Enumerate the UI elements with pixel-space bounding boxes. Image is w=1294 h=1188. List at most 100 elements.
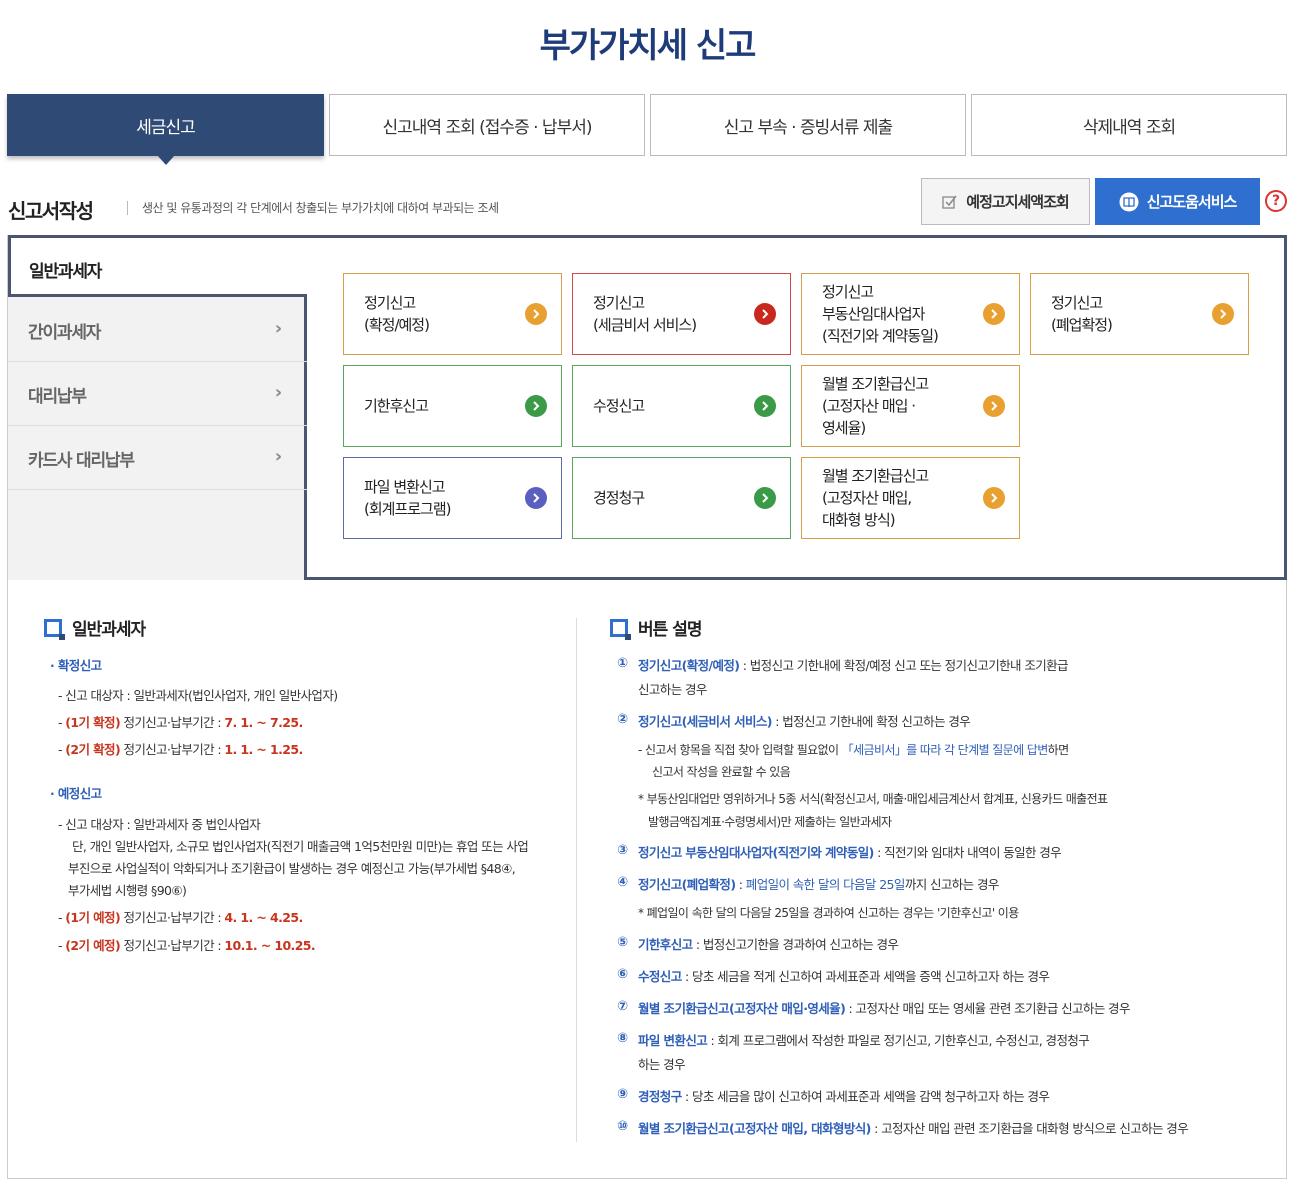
preliminary-report-title: · 예정신고 — [50, 786, 102, 801]
help-question-icon[interactable]: ? — [1265, 190, 1287, 212]
chevron-right-circle-icon — [525, 395, 547, 417]
text: : 회계 프로그램에서 작성한 파일로 정기신고, 기한후신고, 수정신고, 경… — [707, 1033, 1090, 1048]
sidebar-item-proxy-payment[interactable]: 대리납부 › — [8, 362, 307, 426]
card-label-line: 대화형 방식) — [822, 511, 896, 529]
item-number: ① — [617, 656, 629, 671]
card-label-lines: 정기신고 (폐업확정) — [1051, 292, 1113, 336]
sidebar-item-label: 대리납부 — [28, 387, 87, 407]
tab-label: 신고 부속 · 증빙서류 제출 — [723, 117, 893, 138]
button-label: 예정고지세액조회 — [966, 193, 1069, 211]
confirm-period-2: - (2기 확정) 정기신고·납부기간 : 1. 1. ~ 1.25. — [58, 742, 303, 757]
book-icon — [1119, 192, 1139, 212]
card-label-line: 경정청구 — [593, 489, 645, 507]
preliminary-period-1: - (1기 예정) 정기신고·납부기간 : 4. 1. ~ 4.25. — [58, 910, 303, 925]
estimated-tax-inquiry-button[interactable]: 예정고지세액조회 — [921, 178, 1090, 225]
text: : 고정자산 매입 또는 영세율 관련 조기환급 신고하는 경우 — [845, 1001, 1131, 1016]
item-number: ④ — [617, 875, 629, 890]
card-label-lines: 월별 조기환급신고 (고정자산 매입 · 영세율) — [822, 373, 929, 439]
card-label-line: (직전기와 계약동일) — [822, 327, 939, 345]
desc-item-3: 정기신고 부동산임대사업자(직전기와 계약동일) : 직전기와 임대차 내역이 … — [638, 843, 1062, 863]
card-monthly-refund-asset[interactable]: 월별 조기환급신고 (고정자산 매입 · 영세율) — [801, 365, 1020, 447]
item-number: ③ — [617, 843, 629, 858]
square-bullet-icon — [44, 618, 65, 640]
text: (1기 예정) — [65, 910, 121, 925]
general-taxpayer-heading: 일반과세자 — [44, 615, 146, 640]
active-tab-arrow — [156, 155, 175, 165]
text: : 당초 세금을 많이 신고하여 과세표준과 세액을 감액 청구하고자 하는 경… — [681, 1089, 1050, 1104]
tab-bar: 세금신고 신고내역 조회 (접수증 · 납부서) 신고 부속 · 증빙서류 제출… — [7, 94, 1287, 165]
text: : 법정신고 기한내에 확정 신고하는 경우 — [771, 714, 971, 729]
desc-item-1-cont: 신고하는 경우 — [638, 682, 707, 697]
desc-item-1: 정기신고(확정/예정) : 법정신고 기한내에 확정/예정 신고 또는 정기신고… — [638, 656, 1069, 676]
preliminary-note: 부진으로 사업실적이 악화되거나 조기환급이 발생하는 경우 예정신고 가능(부… — [68, 861, 516, 876]
tab-attachment-submit[interactable]: 신고 부속 · 증빙서류 제출 — [650, 94, 966, 156]
text: 정기신고·납부기간 : — [120, 742, 225, 757]
text: 파일 변환신고 — [638, 1033, 708, 1048]
card-label: 정기신고 (폐업확정) — [1051, 274, 1211, 354]
chevron-right-circle-icon — [754, 395, 776, 417]
card-label-lines: 정기신고 (세금비서 서비스) — [593, 292, 697, 336]
card-label: 정기신고 (확정/예정) — [364, 274, 524, 354]
sidebar-item-general-taxpayer[interactable]: 일반과세자 — [8, 235, 307, 297]
card-regular-closure[interactable]: 정기신고 (폐업확정) — [1030, 273, 1249, 355]
text: 정기신고(세금비서 서비스) — [638, 714, 772, 729]
desc-item-8: 파일 변환신고 : 회계 프로그램에서 작성한 파일로 정기신고, 기한후신고,… — [638, 1031, 1090, 1051]
card-label-line: 영세율) — [822, 419, 866, 437]
card-regular-real-estate[interactable]: 정기신고부동산임대사업자 (직전기와 계약동일) — [801, 273, 1020, 355]
text: 정기신고·납부기간 : — [120, 910, 225, 925]
card-regular-confirm[interactable]: 정기신고 (확정/예정) — [343, 273, 562, 355]
sidebar-item-card-proxy-payment[interactable]: 카드사 대리납부 › — [8, 426, 307, 490]
chevron-right-circle-icon — [525, 303, 547, 325]
section-description: 생산 및 유통과정의 각 단계에서 창출되는 부가가치에 대하여 부과되는 조세 — [142, 201, 499, 215]
chevron-right-circle-icon — [983, 303, 1005, 325]
chevron-right-icon: › — [274, 318, 282, 339]
card-label-lines: 수정신고 — [593, 395, 645, 417]
text: 경정청구 — [638, 1089, 682, 1104]
card-amended-report[interactable]: 수정신고 — [572, 365, 791, 447]
confirm-target: - 신고 대상자 : 일반과세자(법인사업자, 개인 일반사업자) — [58, 688, 338, 703]
preliminary-note: 단, 개인 일반사업자, 소규모 법인사업자(직전기 매출금액 1억5천만원 미… — [72, 839, 529, 854]
report-help-service-button[interactable]: 신고도움서비스 — [1095, 178, 1260, 225]
chevron-right-icon: › — [274, 446, 282, 467]
card-monthly-refund-interactive[interactable]: 월별 조기환급신고 (고정자산 매입, 대화형 방식) — [801, 457, 1020, 539]
text: 신고 대상자 : 일반과세자 중 법인사업자 — [65, 817, 261, 832]
item-number: ⑤ — [617, 935, 629, 950]
confirm-report-title: · 확정신고 — [50, 658, 102, 673]
text: 정기신고(폐업확정) — [638, 877, 736, 892]
tab-label: 삭제내역 조회 — [1082, 117, 1176, 138]
text: 하면 — [1047, 743, 1069, 757]
card-correction-claim[interactable]: 경정청구 — [572, 457, 791, 539]
desc-item-2-sub: 신고서 작성을 완료할 수 있음 — [652, 765, 791, 779]
divider — [127, 201, 128, 215]
confirm-period-1: - (1기 확정) 정기신고·납부기간 : 7. 1. ~ 7.25. — [58, 715, 303, 730]
tab-report-history[interactable]: 신고내역 조회 (접수증 · 납부서) — [329, 94, 645, 156]
preliminary-period-2: - (2기 예정) 정기신고·납부기간 : 10.1. ~ 10.25. — [58, 938, 316, 953]
tab-tax-report[interactable]: 세금신고 — [7, 94, 324, 165]
card-label-line: 정기신고 — [593, 294, 645, 312]
card-label: 월별 조기환급신고 (고정자산 매입, 대화형 방식) — [822, 458, 982, 538]
text: 예정신고 — [57, 786, 102, 801]
desc-item-2: 정기신고(세금비서 서비스) : 법정신고 기한내에 확정 신고하는 경우 — [638, 712, 971, 732]
text: 수정신고 — [638, 969, 682, 984]
item-number: ⑩ — [617, 1119, 629, 1134]
card-label-line: 파일 변환신고 — [364, 478, 446, 496]
item-number: ② — [617, 712, 629, 727]
card-label-line: 정기신고 — [822, 283, 874, 301]
card-label-line: (고정자산 매입, — [822, 489, 912, 507]
card-file-conversion[interactable]: 파일 변환신고 (회계프로그램) — [343, 457, 562, 539]
text: : 직전기와 임대차 내역이 동일한 경우 — [873, 845, 1062, 860]
desc-item-5: 기한후신고 : 법정신고기한을 경과하여 신고하는 경우 — [638, 935, 899, 955]
tab-label: 신고내역 조회 (접수증 · 납부서) — [382, 117, 593, 138]
card-label-lines: 정기신고부동산임대사업자 (직전기와 계약동일) — [822, 281, 939, 347]
tab-deleted-history[interactable]: 삭제내역 조회 — [971, 94, 1287, 156]
item-number: ⑥ — [617, 967, 629, 982]
card-regular-tax-secretary[interactable]: 정기신고 (세금비서 서비스) — [572, 273, 791, 355]
card-late-report[interactable]: 기한후신고 — [343, 365, 562, 447]
square-bullet-icon — [610, 618, 631, 640]
card-label-line: 기한후신고 — [364, 397, 429, 415]
heading-text: 버튼 설명 — [638, 620, 702, 640]
text: (2기 예정) — [65, 938, 121, 953]
desc-item-10: 월별 조기환급신고(고정자산 매입, 대화형방식) : 고정자산 매입 관련 조… — [638, 1119, 1189, 1139]
card-label-line: 부동산임대사업자 — [822, 305, 925, 323]
sidebar-item-simplified-taxpayer[interactable]: 간이과세자 › — [8, 298, 307, 362]
